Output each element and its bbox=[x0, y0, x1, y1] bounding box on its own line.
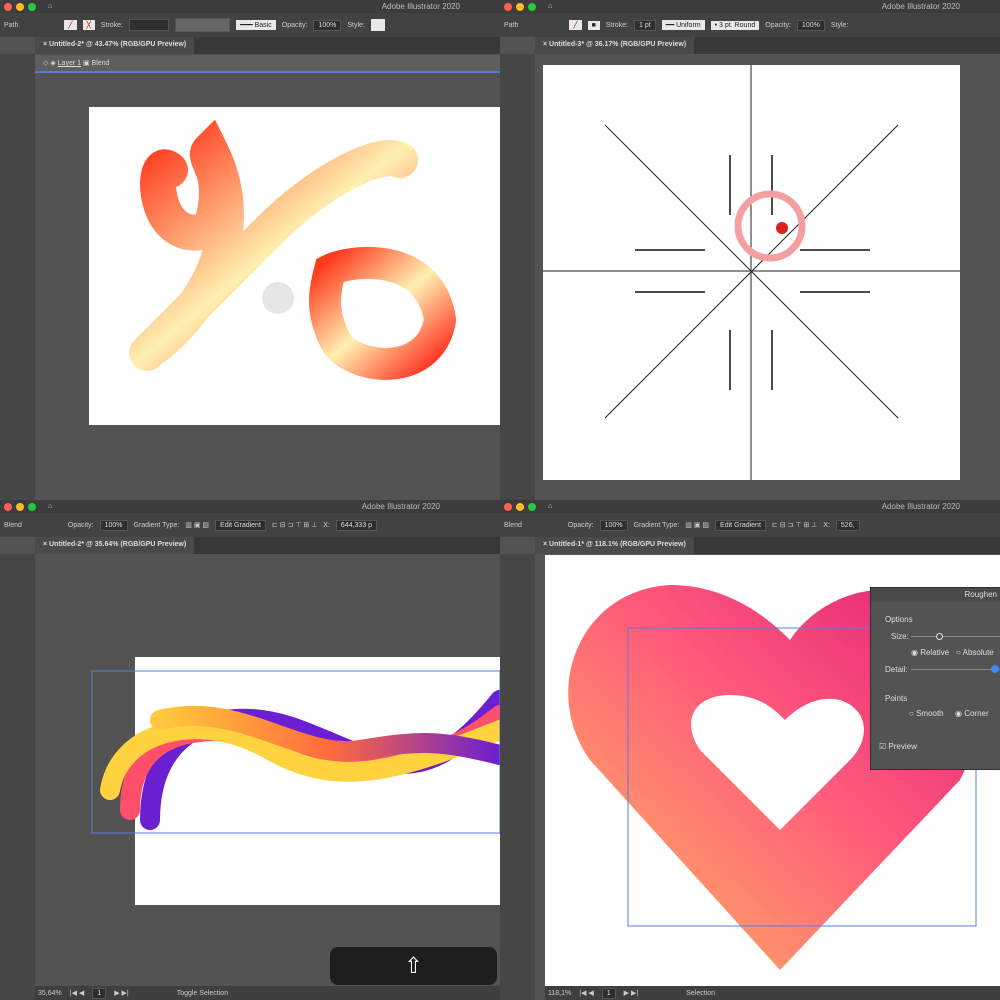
corner-radio[interactable]: ◉ Corner bbox=[955, 709, 989, 718]
zoom-level[interactable]: 118,1% bbox=[548, 990, 571, 997]
page-input[interactable]: 1 bbox=[601, 987, 616, 999]
ribbon-blend-artwork bbox=[91, 670, 500, 834]
panel-bottom-right: ⌂ Adobe Illustrator 2020 Blend Opacity: 1… bbox=[500, 500, 1000, 1000]
panel-top-right: ⌂ Adobe Illustrator 2020 Path ╱ ■ Stroke:… bbox=[500, 0, 1000, 500]
detail-label: Detail: bbox=[885, 665, 908, 674]
page-input[interactable]: 1 bbox=[92, 987, 107, 999]
shift-key-overlay: ⇧ bbox=[330, 947, 497, 985]
smooth-radio[interactable]: ○ Smooth bbox=[909, 709, 944, 718]
relative-radio[interactable]: ◉ Relative bbox=[911, 648, 949, 657]
zoom-level[interactable]: 35,64% bbox=[38, 990, 62, 997]
status-text[interactable]: Selection bbox=[686, 990, 715, 997]
roughen-dialog: Roughen Options Size: ◉ Relative ○ Absol… bbox=[870, 587, 1000, 770]
points-heading: Points bbox=[885, 694, 908, 703]
absolute-radio[interactable]: ○ Absolute bbox=[956, 648, 994, 657]
symmetry-guides-drawing bbox=[543, 65, 960, 480]
panel-top-left: ⌂ Adobe Illustrator 2020 Path ╱ ╳ Stroke… bbox=[0, 0, 500, 500]
status-bar: 35,64% |◀ ◀ 1 ▶ ▶| Toggle Selection bbox=[35, 986, 500, 1000]
size-label: Size: bbox=[891, 632, 909, 641]
yo-blend-artwork bbox=[129, 119, 457, 380]
options-heading: Options bbox=[885, 615, 913, 624]
status-text[interactable]: Toggle Selection bbox=[177, 990, 228, 997]
preview-checkbox[interactable]: ☑ Preview bbox=[879, 742, 917, 751]
detail-slider[interactable] bbox=[911, 665, 1000, 673]
dialog-title: Roughen bbox=[871, 588, 1000, 602]
size-slider[interactable] bbox=[911, 633, 1000, 640]
panel-bottom-left: ⌂ Adobe Illustrator 2020 Blend Opacity: 1… bbox=[0, 500, 500, 1000]
status-bar: 118,1% |◀ ◀ 1 ▶ ▶| Selection bbox=[545, 986, 1000, 1000]
